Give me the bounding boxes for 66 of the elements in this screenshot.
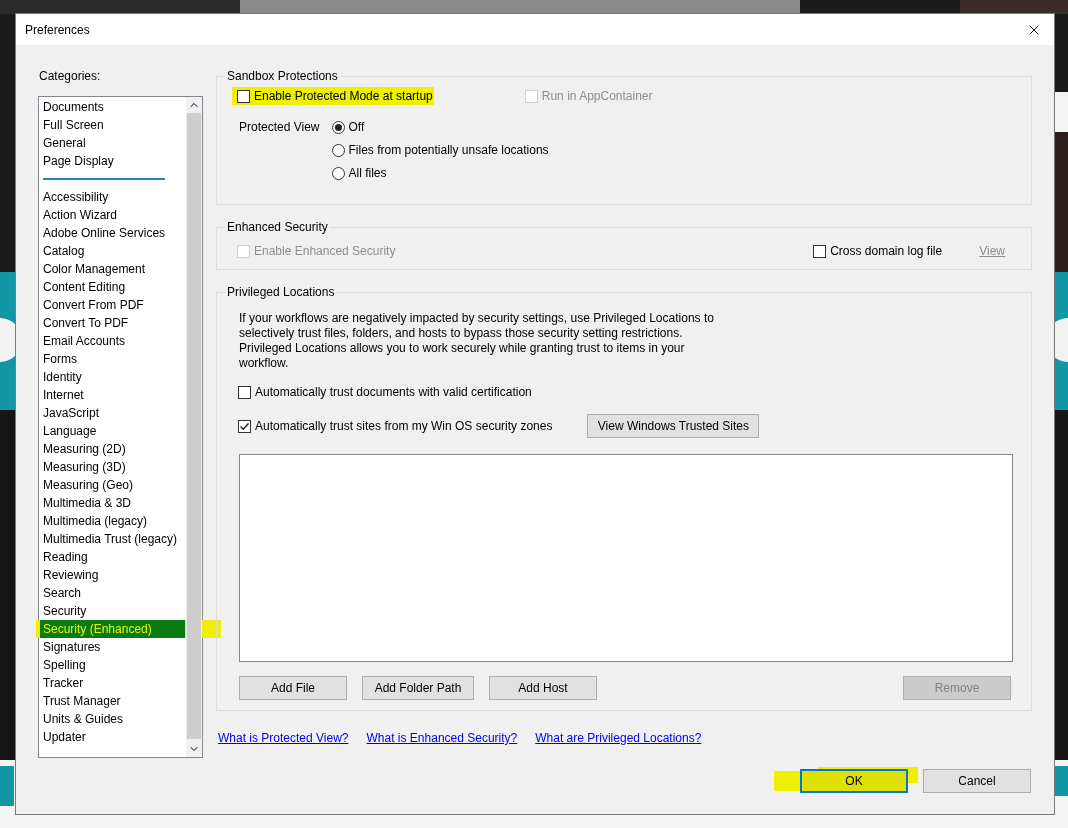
category-item[interactable]: Accessibility [40,188,185,206]
category-item[interactable]: Full Screen [40,116,185,134]
category-item[interactable]: Measuring (3D) [40,458,185,476]
category-item[interactable]: Reading [40,548,185,566]
category-item[interactable]: Color Management [40,260,185,278]
help-link[interactable]: What are Privileged Locations? [535,731,702,745]
radio-button[interactable] [331,166,345,180]
location-button[interactable]: Add File [239,676,347,700]
location-button[interactable]: Add Host [489,676,597,700]
checkbox[interactable] [238,419,251,433]
category-item[interactable]: Trust Manager [40,692,185,710]
radio-label: Files from potentially unsafe locations [348,143,549,157]
category-item[interactable]: Multimedia & 3D [40,494,185,512]
category-item[interactable]: Catalog [40,242,185,260]
dialog-button[interactable]: Cancel [923,769,1031,793]
category-item[interactable]: Reviewing [40,566,185,584]
checkbox[interactable] [813,244,827,258]
window-title: Preferences [25,22,90,37]
category-item[interactable]: Search [40,584,185,602]
checkbox[interactable] [238,385,251,399]
group-title: Sandbox Protections [226,69,339,83]
protected-view-label: Protected View [239,120,320,134]
category-item[interactable]: Multimedia Trust (legacy) [40,530,185,548]
radio-label: Off [348,120,365,134]
radio-label: All files [348,166,387,180]
category-item[interactable]: Measuring (Geo) [40,476,185,494]
category-item[interactable]: Tracker [40,674,185,692]
categories-label: Categories: [38,69,102,83]
category-item[interactable]: Content Editing [40,278,185,296]
checkbox-label: Cross domain log file [830,244,943,258]
radio-button[interactable] [331,120,345,134]
category-item[interactable]: Security [40,602,185,620]
group-title: Privileged Locations [226,285,336,299]
category-item[interactable]: Spelling [40,656,185,674]
category-item[interactable]: Email Accounts [40,332,185,350]
checkbox-label: Enable Protected Mode at startup [254,89,433,103]
category-item[interactable]: Adobe Online Services [40,224,185,242]
checkbox-label: Automatically trust documents with valid certification [255,385,532,399]
checkbox[interactable] [237,89,250,103]
category-item[interactable]: Documents [40,98,185,116]
category-item[interactable]: Convert From PDF [40,296,185,314]
view-trusted-sites-button[interactable]: View Windows Trusted Sites [587,414,760,438]
category-item[interactable]: Action Wizard [40,206,185,224]
category-item[interactable]: Internet [40,386,185,404]
category-item[interactable]: Measuring (2D) [40,440,185,458]
category-item[interactable]: Updater [40,728,185,746]
checkbox-label: Enable Enhanced Security [254,244,396,258]
category-item[interactable]: Signatures [40,638,185,656]
category-item[interactable]: General [40,134,185,152]
help-link[interactable]: What is Enhanced Security? [366,731,518,745]
group-title: Enhanced Security [226,220,329,234]
category-item[interactable]: Identity [40,368,185,386]
radio-button[interactable] [331,143,345,157]
category-item[interactable]: Language [40,422,185,440]
category-item[interactable]: Convert To PDF [40,314,185,332]
category-item[interactable]: JavaScript [40,404,185,422]
checkbox-label: Automatically trust sites from my Win OS security zones [255,419,553,433]
category-item[interactable]: Units & Guides [40,710,185,728]
category-item[interactable]: Page Display [40,152,185,170]
category-item[interactable]: Multimedia (legacy) [40,512,185,530]
category-item[interactable]: Forms [40,350,185,368]
description-text: If your workflows are negatively impacted by security settings, use Privileged Locations to selectively trust files, folders, and hosts to bypass those security setting restrictions. Privileged Locations allows you to work securely while granting trust to items in your workflow. [239,311,715,371]
help-link[interactable]: What is Protected View? [218,731,349,745]
location-button[interactable]: Add Folder Path [362,676,474,700]
scrollbar[interactable] [186,97,202,757]
checkbox-label: Run in AppContainer [541,89,653,103]
